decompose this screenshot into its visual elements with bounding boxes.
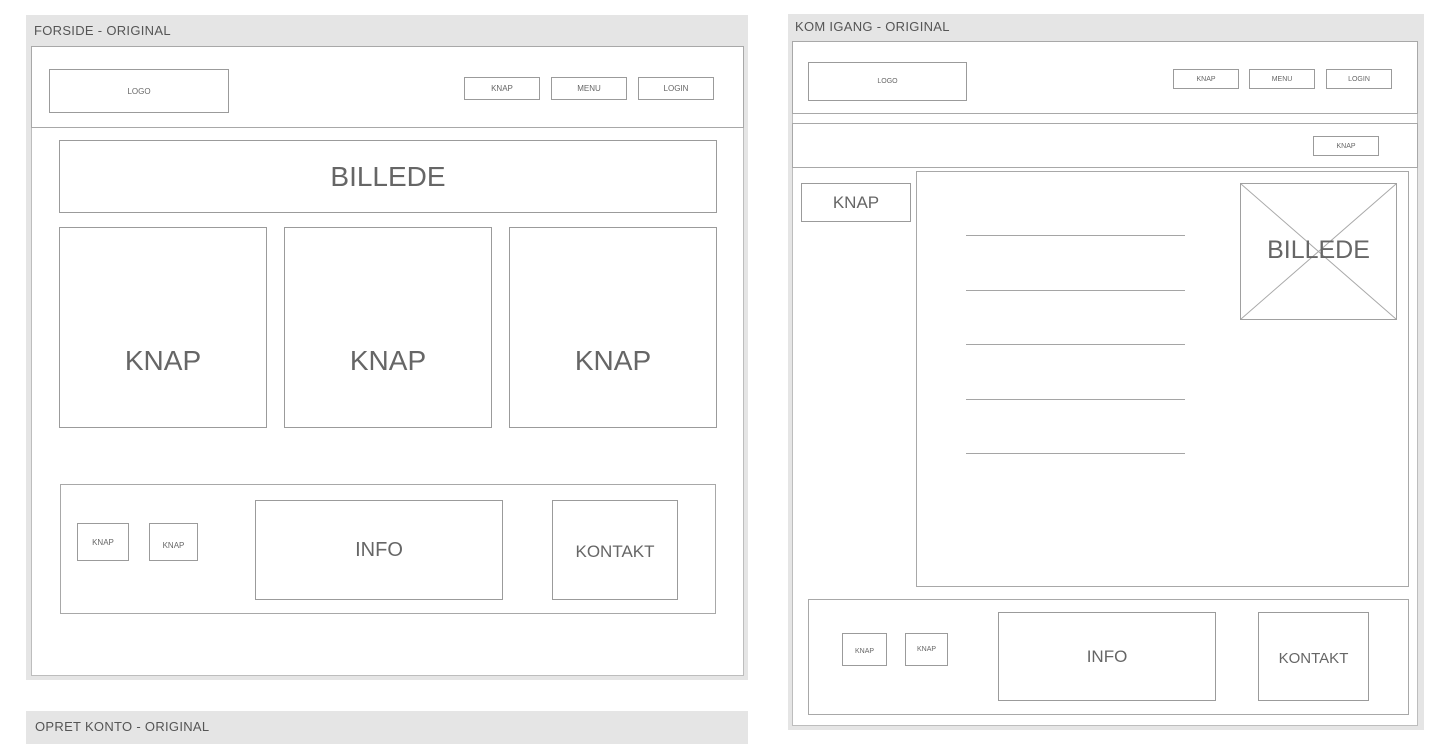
wireframe-canvas: LOGO KNAP MENU LOGIN BILLEDE KNAP KNAP K… [31, 46, 744, 676]
frame-kom-igang: KOM IGANG - ORIGINAL LOGO KNAP MENU LOGI… [788, 14, 1424, 730]
footer-small-button-2[interactable]: KNAP [905, 633, 948, 666]
nav-button-menu[interactable]: MENU [1249, 69, 1315, 89]
image-label: BILLEDE [1267, 236, 1370, 264]
logo-box[interactable]: LOGO [808, 62, 967, 101]
footer-info-box: INFO [255, 500, 503, 600]
footer-contact-box[interactable]: KONTAKT [1258, 612, 1369, 701]
frame-title: KOM IGANG - ORIGINAL [795, 19, 950, 34]
wireframe-canvas: LOGO KNAP MENU LOGIN KNAP KNAP BILLEDE K… [792, 41, 1418, 726]
frame-forside: FORSIDE - ORIGINAL LOGO KNAP MENU LOGIN … [26, 15, 748, 680]
image-placeholder: BILLEDE [1240, 183, 1397, 320]
side-button[interactable]: KNAP [801, 183, 911, 222]
tile-button-3[interactable]: KNAP [509, 227, 717, 428]
banner-image: BILLEDE [59, 140, 717, 213]
nav-button-login[interactable]: LOGIN [638, 77, 714, 100]
footer-small-button-2[interactable]: KNAP [149, 523, 198, 561]
frame-title: FORSIDE - ORIGINAL [34, 23, 171, 38]
footer-info-box: INFO [998, 612, 1216, 701]
footer-small-button-1[interactable]: KNAP [77, 523, 129, 561]
nav-button-menu[interactable]: MENU [551, 77, 627, 100]
nav-button-login[interactable]: LOGIN [1326, 69, 1392, 89]
frame-title: OPRET KONTO - ORIGINAL [35, 719, 210, 734]
text-line-4 [966, 399, 1185, 400]
text-line-2 [966, 290, 1185, 291]
footer-contact-box[interactable]: KONTAKT [552, 500, 678, 600]
text-line-5 [966, 453, 1185, 454]
frame-opret-konto: OPRET KONTO - ORIGINAL [26, 711, 748, 744]
nav-button-knap[interactable]: KNAP [1173, 69, 1239, 89]
text-line-1 [966, 235, 1185, 236]
logo-box[interactable]: LOGO [49, 69, 229, 113]
text-line-3 [966, 344, 1185, 345]
footer-small-button-1[interactable]: KNAP [842, 633, 887, 666]
sub-bar-button[interactable]: KNAP [1313, 136, 1379, 156]
tile-button-2[interactable]: KNAP [284, 227, 492, 428]
tile-button-1[interactable]: KNAP [59, 227, 267, 428]
nav-button-knap[interactable]: KNAP [464, 77, 540, 100]
